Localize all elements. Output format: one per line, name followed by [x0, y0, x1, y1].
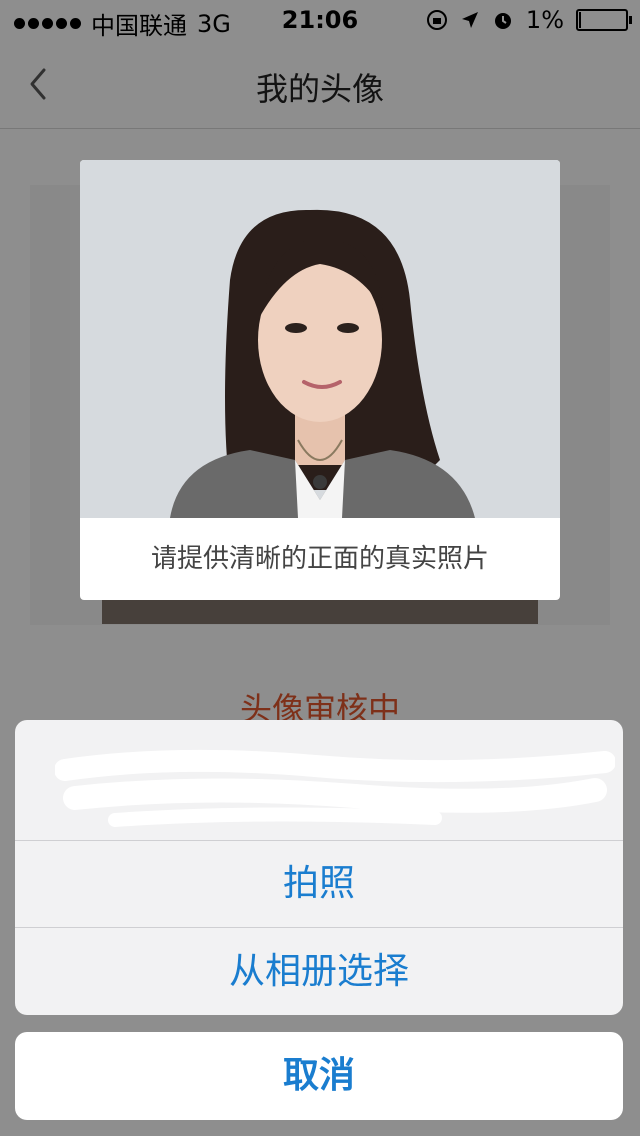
sample-photo-popup: 请提供清晰的正面的真实照片 — [80, 160, 560, 600]
sample-portrait-image — [80, 160, 560, 518]
choose-from-album-button[interactable]: 从相册选择 — [15, 928, 623, 1015]
action-sheet: 拍照 从相册选择 — [15, 720, 623, 1015]
take-photo-button[interactable]: 拍照 — [15, 841, 623, 928]
redacted-scribble — [55, 749, 615, 827]
sample-photo-caption: 请提供清晰的正面的真实照片 — [150, 544, 489, 574]
cancel-button[interactable]: 取消 — [15, 1032, 623, 1120]
action-sheet-header — [15, 720, 623, 841]
